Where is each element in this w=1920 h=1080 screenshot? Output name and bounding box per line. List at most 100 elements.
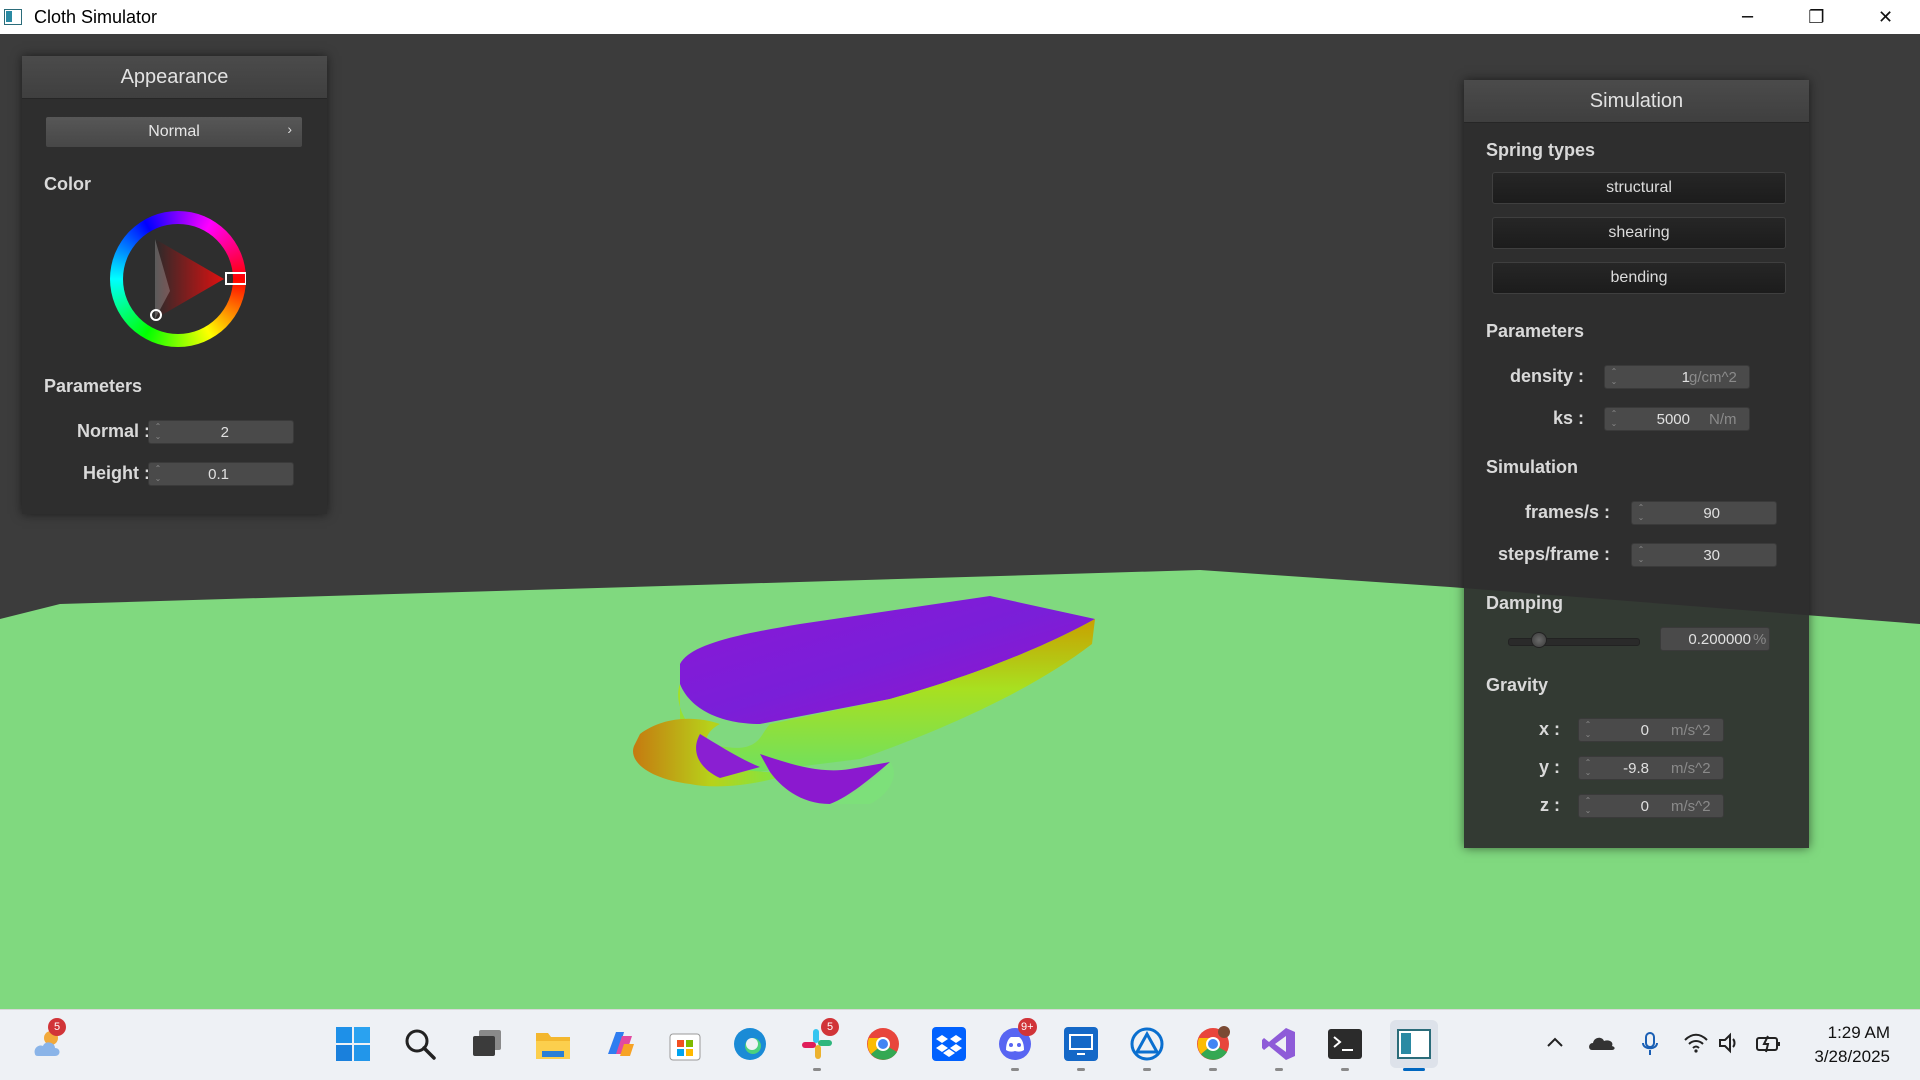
wifi-icon[interactable] bbox=[1683, 1032, 1709, 1059]
bending-button[interactable]: bending bbox=[1492, 262, 1786, 294]
damping-value: 0.200000 bbox=[1688, 631, 1751, 648]
gravity-z-unit: m/s^2 bbox=[1671, 798, 1711, 815]
spinner-icon[interactable]: ⌃ ⌄ bbox=[1583, 720, 1593, 740]
dropbox-icon[interactable] bbox=[929, 1024, 969, 1064]
normal-value: 2 bbox=[220, 424, 229, 441]
density-input[interactable]: ⌃ ⌄ 1 g/cm^2 bbox=[1604, 365, 1750, 389]
chevron-right-icon: › bbox=[287, 121, 292, 137]
chevron-up-icon[interactable] bbox=[1545, 1032, 1565, 1057]
task-view-icon[interactable] bbox=[467, 1024, 507, 1064]
normal-label: Normal : bbox=[76, 421, 150, 441]
appearance-title: Appearance bbox=[120, 65, 229, 88]
steps-input[interactable]: ⌃ ⌄ 30 bbox=[1631, 543, 1777, 567]
gravity-label: Gravity bbox=[1486, 675, 1549, 695]
fps-input[interactable]: ⌃ ⌄ 90 bbox=[1631, 501, 1777, 525]
bending-label: bending bbox=[1610, 269, 1668, 286]
density-unit: g/cm^2 bbox=[1689, 369, 1737, 386]
cloth-simulator-active-indicator bbox=[1403, 1068, 1425, 1071]
shearing-button[interactable]: shearing bbox=[1492, 217, 1786, 249]
spring-types-label: Spring types bbox=[1486, 140, 1596, 160]
hue-picker-handle[interactable] bbox=[225, 272, 246, 285]
azure-running-indicator bbox=[1143, 1068, 1151, 1071]
color-label: Color bbox=[44, 174, 91, 194]
damping-unit: % bbox=[1753, 631, 1767, 648]
damping-slider-handle[interactable] bbox=[1530, 632, 1547, 648]
spinner-icon[interactable]: ⌃ ⌄ bbox=[1583, 758, 1593, 778]
shearing-label: shearing bbox=[1608, 224, 1670, 241]
spinner-icon[interactable]: ⌃ ⌄ bbox=[1609, 367, 1619, 387]
taskbar: 5 5 9+ 1:29 AM 3/28/2025 bbox=[0, 1009, 1920, 1080]
cloth-simulator-icon[interactable] bbox=[1390, 1020, 1438, 1068]
damping-input[interactable]: 0.200000 % bbox=[1660, 627, 1770, 651]
slack-badge: 5 bbox=[821, 1018, 839, 1036]
height-input[interactable]: ⌃ ⌄ 0.1 bbox=[148, 462, 294, 486]
simulation-panel: Simulation Spring types structural shear… bbox=[1464, 80, 1809, 848]
steps-value: 30 bbox=[1703, 547, 1720, 564]
ks-value: 5000 bbox=[1656, 411, 1690, 428]
spinner-icon[interactable]: ⌃ ⌄ bbox=[153, 422, 163, 442]
visual-studio-icon[interactable] bbox=[1259, 1024, 1299, 1064]
chrome-icon[interactable] bbox=[863, 1024, 903, 1064]
store-icon[interactable] bbox=[665, 1024, 705, 1064]
simulation-section-label: Simulation bbox=[1486, 457, 1579, 477]
window-controls: ─ ❐ ✕ bbox=[1713, 0, 1920, 34]
color-triangle[interactable] bbox=[110, 211, 246, 347]
minimize-button[interactable]: ─ bbox=[1713, 0, 1782, 34]
gravity-y-value: -9.8 bbox=[1623, 760, 1649, 777]
battery-charging-icon[interactable] bbox=[1755, 1032, 1783, 1059]
spinner-icon[interactable]: ⌃ ⌄ bbox=[1609, 409, 1619, 429]
spinner-icon[interactable]: ⌃ ⌄ bbox=[1583, 796, 1593, 816]
gravity-z-input[interactable]: ⌃ ⌄ 0 m/s^2 bbox=[1578, 794, 1724, 818]
terminal-running-indicator bbox=[1341, 1068, 1349, 1071]
damping-slider[interactable] bbox=[1508, 632, 1640, 648]
weather-badge: 5 bbox=[48, 1018, 66, 1036]
ks-input[interactable]: ⌃ ⌄ 5000 N/m bbox=[1604, 407, 1750, 431]
gravity-y-unit: m/s^2 bbox=[1671, 760, 1711, 777]
restore-button[interactable]: ❐ bbox=[1782, 0, 1851, 34]
minimize-icon: ─ bbox=[1742, 6, 1753, 28]
title-bar: Cloth Simulator ─ ❐ ✕ bbox=[0, 0, 1920, 34]
app-icon bbox=[4, 9, 22, 25]
structural-label: structural bbox=[1606, 179, 1672, 196]
clock-time: 1:29 AM bbox=[1827, 1023, 1890, 1042]
search-icon[interactable] bbox=[400, 1024, 440, 1064]
gravity-y-input[interactable]: ⌃ ⌄ -9.8 m/s^2 bbox=[1578, 756, 1724, 780]
gravity-x-label: x : bbox=[1538, 719, 1560, 739]
azure-data-studio-icon[interactable] bbox=[1127, 1024, 1167, 1064]
gravity-x-unit: m/s^2 bbox=[1671, 722, 1711, 739]
appearance-panel: Appearance Normal › Color Parameters Nor… bbox=[22, 56, 327, 514]
gravity-x-value: 0 bbox=[1640, 722, 1649, 739]
clock-date: 3/28/2025 bbox=[1814, 1047, 1890, 1066]
close-button[interactable]: ✕ bbox=[1851, 0, 1920, 34]
remote-desktop-icon[interactable] bbox=[1061, 1024, 1101, 1064]
copilot-icon[interactable] bbox=[600, 1024, 640, 1064]
terminal-icon[interactable] bbox=[1325, 1024, 1365, 1064]
volume-icon[interactable] bbox=[1718, 1032, 1742, 1059]
appearance-panel-header: Appearance bbox=[22, 56, 327, 99]
spinner-icon[interactable]: ⌃ ⌄ bbox=[1636, 503, 1646, 523]
system-clock[interactable]: 1:29 AM 3/28/2025 bbox=[1790, 1021, 1890, 1069]
height-value: 0.1 bbox=[208, 466, 229, 483]
chrome-profile-icon[interactable] bbox=[1193, 1024, 1233, 1064]
ks-label: ks : bbox=[1552, 408, 1584, 428]
simulation-panel-header: Simulation bbox=[1464, 80, 1809, 123]
fps-value: 90 bbox=[1703, 505, 1720, 522]
gravity-y-label: y : bbox=[1538, 757, 1560, 777]
spinner-icon[interactable]: ⌃ ⌄ bbox=[153, 464, 163, 484]
onedrive-icon[interactable] bbox=[1588, 1032, 1616, 1057]
steps-label: steps/frame : bbox=[1497, 544, 1610, 564]
color-wheel[interactable] bbox=[110, 211, 246, 347]
discord-badge: 9+ bbox=[1018, 1018, 1037, 1036]
normal-input[interactable]: ⌃ ⌄ 2 bbox=[148, 420, 294, 444]
gravity-x-input[interactable]: ⌃ ⌄ 0 m/s^2 bbox=[1578, 718, 1724, 742]
file-explorer-icon[interactable] bbox=[533, 1024, 573, 1064]
slack-running-indicator bbox=[813, 1068, 821, 1071]
appearance-mode-dropdown[interactable]: Normal › bbox=[45, 116, 303, 148]
edge-icon[interactable] bbox=[730, 1024, 770, 1064]
sim-parameters-label: Parameters bbox=[1486, 321, 1585, 341]
microphone-icon[interactable] bbox=[1640, 1032, 1660, 1061]
spinner-icon[interactable]: ⌃ ⌄ bbox=[1636, 545, 1646, 565]
damping-label: Damping bbox=[1486, 593, 1564, 613]
start-icon[interactable] bbox=[333, 1024, 373, 1064]
structural-button[interactable]: structural bbox=[1492, 172, 1786, 204]
